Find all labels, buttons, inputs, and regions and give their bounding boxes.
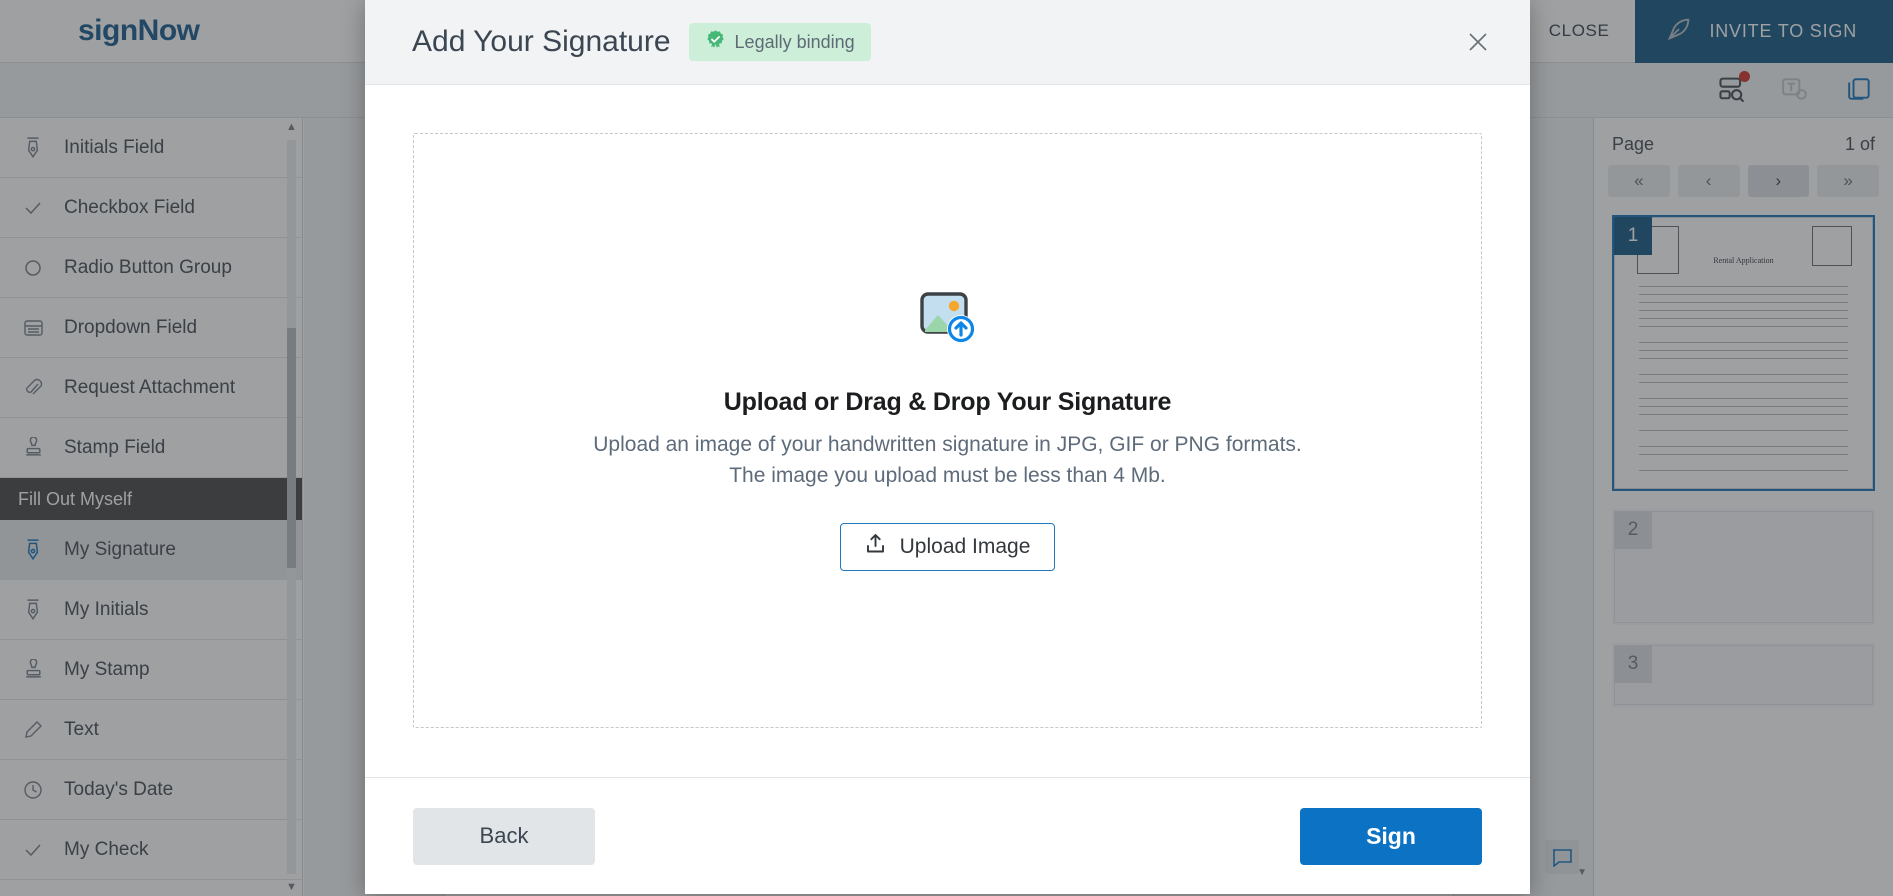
modal-body: Upload or Drag & Drop Your Signature Upl… bbox=[365, 85, 1530, 777]
upload-icon bbox=[865, 533, 886, 561]
dropzone-heading: Upload or Drag & Drop Your Signature bbox=[723, 387, 1172, 416]
upload-image-label: Upload Image bbox=[899, 535, 1031, 559]
legally-binding-label: Legally binding bbox=[734, 31, 855, 52]
dropzone-description: Upload an image of your handwritten sign… bbox=[593, 429, 1301, 491]
signature-dropzone[interactable]: Upload or Drag & Drop Your Signature Upl… bbox=[413, 133, 1482, 728]
image-upload-icon bbox=[914, 290, 982, 355]
modal-title: Add Your Signature bbox=[412, 25, 671, 58]
dropzone-description-line1: Upload an image of your handwritten sign… bbox=[593, 432, 1302, 456]
modal-footer: Back Sign bbox=[365, 777, 1530, 894]
sign-button[interactable]: Sign bbox=[1300, 807, 1482, 865]
legally-binding-badge: Legally binding bbox=[688, 23, 871, 61]
modal-header: Add Your Signature Legally binding bbox=[365, 0, 1530, 85]
upload-image-button[interactable]: Upload Image bbox=[839, 523, 1056, 572]
dropzone-description-line2: The image you upload must be less than 4… bbox=[729, 464, 1166, 487]
back-button[interactable]: Back bbox=[413, 807, 595, 865]
verified-rosette-icon bbox=[705, 29, 726, 55]
close-icon[interactable] bbox=[1458, 22, 1498, 62]
add-signature-modal: Add Your Signature Legally binding Uploa… bbox=[365, 0, 1530, 894]
signnow-editor-window: signNow CLOSE INVITE TO SIGN Initials Fi… bbox=[0, 0, 1893, 896]
